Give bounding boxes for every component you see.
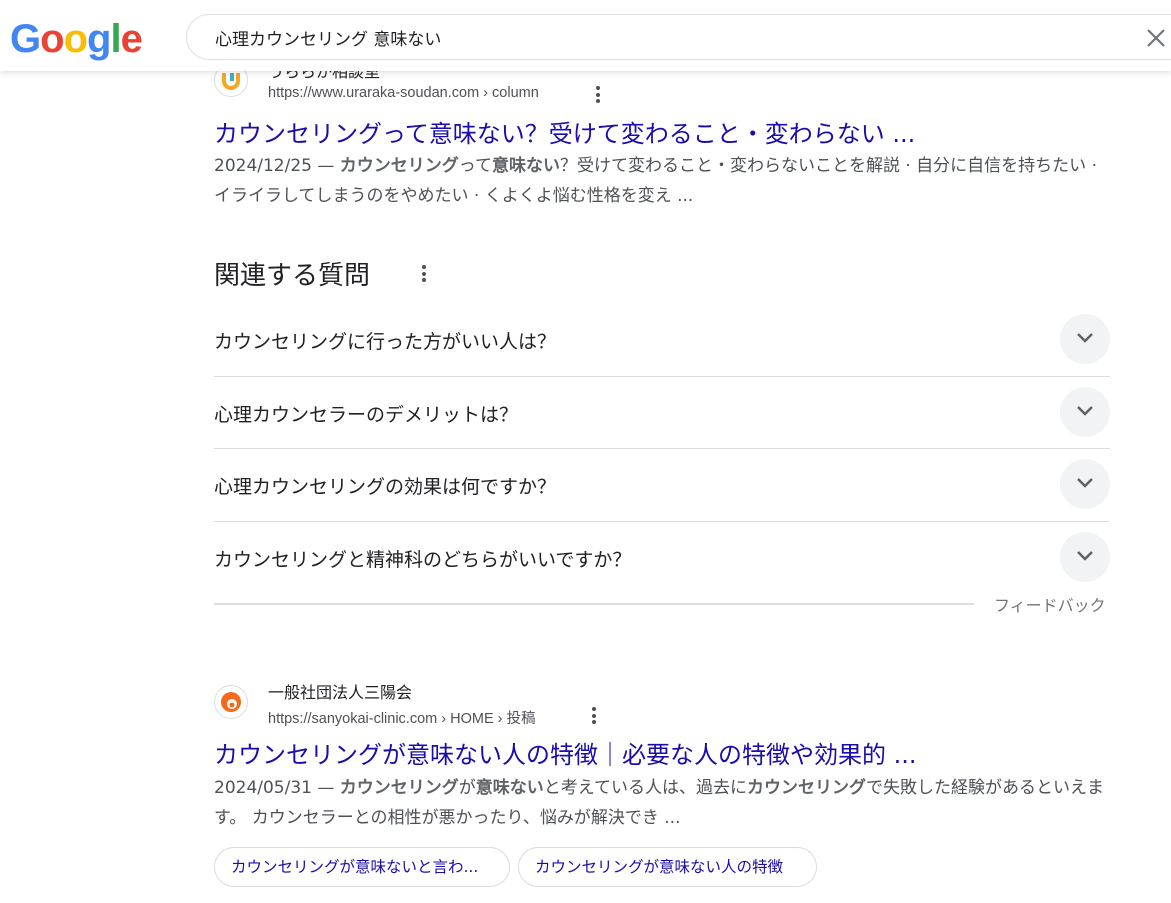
divider bbox=[214, 603, 974, 605]
result-snippet: 2024/05/31 — カウンセリングが意味ないと考えている人は、過去にカウン… bbox=[214, 778, 1104, 828]
related-chip[interactable]: カウンセリングが意味ないと言わ... bbox=[214, 847, 510, 887]
search-header: Google 心理カウンセリング 意味ない bbox=[0, 0, 1171, 71]
close-icon[interactable] bbox=[1145, 27, 1167, 49]
question-text: カウンセリングと精神科のどちらがいいですか？ bbox=[214, 549, 632, 571]
chevron-down-icon[interactable] bbox=[1060, 314, 1110, 364]
question-item[interactable]: カウンセリングに行った方がいい人は？ bbox=[214, 303, 1110, 375]
question-item[interactable]: カウンセリングと精神科のどちらがいいですか？ bbox=[214, 521, 1110, 593]
question-text: 心理カウンセリングの効果は何ですか？ bbox=[214, 476, 557, 498]
result-snippet: 2024/12/25 — カウンセリングって意味ない？受けて変わること・変わらな… bbox=[214, 156, 1097, 206]
result-menu-icon[interactable] bbox=[591, 707, 597, 727]
related-questions-menu-icon[interactable] bbox=[421, 265, 427, 285]
sanyokai-favicon-icon bbox=[214, 685, 248, 719]
result-title-link[interactable]: カウンセリングが意味ない人の特徴｜必要な人の特徴や効果的 ... bbox=[214, 735, 917, 770]
result-menu-icon[interactable] bbox=[595, 86, 601, 106]
site-url[interactable]: https://sanyokai-clinic.com › HOME › 投稿 bbox=[268, 707, 536, 728]
result-title-link[interactable]: カウンセリングって意味ない？受けて変わること・変わらない ... bbox=[214, 114, 915, 149]
question-text: 心理カウンセラーのデメリットは？ bbox=[214, 404, 519, 426]
question-item[interactable]: 心理カウンセラーのデメリットは？ bbox=[214, 376, 1110, 448]
related-chip[interactable]: カウンセリングが意味ない人の特徴 bbox=[518, 847, 817, 887]
search-query-text[interactable]: 心理カウンセリング 意味ない bbox=[215, 25, 441, 50]
chevron-down-icon[interactable] bbox=[1060, 532, 1110, 582]
question-text: カウンセリングに行った方がいい人は？ bbox=[214, 331, 557, 353]
chevron-down-icon[interactable] bbox=[1060, 459, 1110, 509]
feedback-link[interactable]: フィードバック bbox=[994, 592, 1106, 616]
site-name: 一般社団法人三陽会 bbox=[268, 683, 413, 702]
google-logo[interactable]: Google bbox=[10, 14, 143, 64]
search-input[interactable]: 心理カウンセリング 意味ない bbox=[186, 14, 1171, 60]
related-questions-heading: 関連する質問 bbox=[214, 261, 371, 291]
question-item[interactable]: 心理カウンセリングの効果は何ですか？ bbox=[214, 448, 1110, 520]
site-url[interactable]: https://www.uraraka-soudan.com › column bbox=[268, 85, 539, 101]
chevron-down-icon[interactable] bbox=[1060, 387, 1110, 437]
